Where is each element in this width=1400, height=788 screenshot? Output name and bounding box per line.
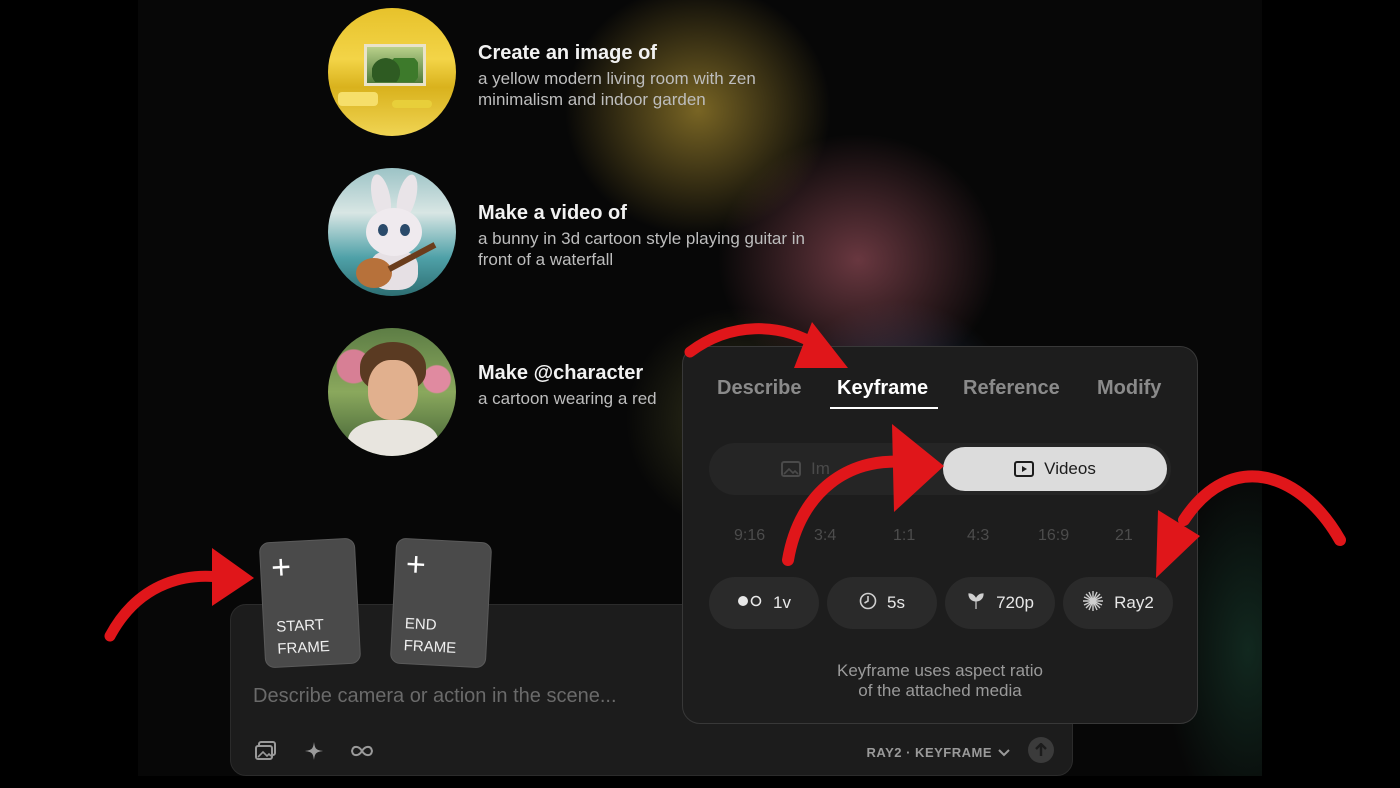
mode-tabs: Describe Keyframe Reference Modify xyxy=(683,377,1197,417)
prompt-toolbar xyxy=(253,739,375,763)
infinity-icon[interactable] xyxy=(349,739,375,763)
ratio-option[interactable]: 4:3 xyxy=(967,527,989,545)
image-icon[interactable] xyxy=(253,739,279,763)
clock-icon xyxy=(859,592,877,615)
suggestion-video[interactable]: Make a video of a bunny in 3d cartoon st… xyxy=(328,168,828,298)
model-button[interactable]: Ray2 xyxy=(1063,577,1173,629)
thumbnail-bunny xyxy=(328,168,456,296)
plus-icon: + xyxy=(270,547,292,587)
ratio-option[interactable]: 3:4 xyxy=(814,527,836,545)
aspect-ratio-row: 9:16 3:4 1:1 4:3 16:9 21 xyxy=(683,527,1197,549)
tab-reference[interactable]: Reference xyxy=(963,377,1060,400)
ratio-option[interactable]: 16:9 xyxy=(1038,527,1069,545)
toggle-videos-label: Videos xyxy=(1044,459,1096,478)
start-frame-label: START FRAME xyxy=(275,616,331,658)
chevron-down-icon xyxy=(998,745,1010,760)
toggle-images[interactable]: Im xyxy=(781,459,830,479)
ratio-option[interactable]: 1:1 xyxy=(893,527,915,545)
keyframe-note: Keyframe uses aspect ratio of the attach… xyxy=(683,661,1197,701)
variations-button[interactable]: 1v xyxy=(709,577,819,629)
generation-settings-panel: Describe Keyframe Reference Modify Im Vi… xyxy=(682,346,1198,724)
sparkle-icon[interactable] xyxy=(301,739,327,763)
model-label: Ray2 xyxy=(1114,593,1154,612)
model-burst-icon xyxy=(1082,590,1104,617)
ratio-option[interactable]: 9:16 xyxy=(734,527,765,545)
keyframe-note-line: of the attached media xyxy=(858,681,1022,700)
ratio-option[interactable]: 21 xyxy=(1115,527,1133,545)
resolution-icon xyxy=(966,592,986,615)
resolution-label: 720p xyxy=(996,593,1034,612)
video-icon xyxy=(1014,461,1035,477)
variations-label: 1v xyxy=(773,593,791,612)
suggestion-description: a bunny in 3d cartoon style playing guit… xyxy=(478,229,805,269)
variations-icon xyxy=(737,594,763,612)
suggestion-title: Make @character xyxy=(478,362,644,384)
duration-label: 5s xyxy=(887,593,905,612)
resolution-button[interactable]: 720p xyxy=(945,577,1055,629)
end-frame-label: END FRAME xyxy=(403,615,457,657)
toggle-videos[interactable]: Videos xyxy=(943,447,1167,491)
suggestion-title: Create an image of xyxy=(478,42,657,64)
suggestion-description: a yellow modern living room with zen min… xyxy=(478,69,756,109)
plus-icon: + xyxy=(404,545,427,585)
tab-keyframe[interactable]: Keyframe xyxy=(837,377,928,400)
suggestion-image[interactable]: Create an image of a yellow modern livin… xyxy=(328,8,828,138)
duration-button[interactable]: 5s xyxy=(827,577,937,629)
tab-describe[interactable]: Describe xyxy=(717,377,802,400)
send-button[interactable] xyxy=(1028,737,1054,763)
generation-options: 1v 5s 720p Ray2 xyxy=(709,577,1179,629)
model-selector[interactable]: RAY2 · KEYFRAME xyxy=(867,745,1010,760)
toggle-images-label: Im xyxy=(811,459,830,478)
start-frame-card[interactable]: + START FRAME xyxy=(258,537,362,669)
model-label: RAY2 · KEYFRAME xyxy=(866,745,992,760)
thumbnail-living-room xyxy=(328,8,456,136)
arrow-up-icon xyxy=(1035,743,1047,756)
image-icon xyxy=(781,461,801,477)
keyframe-note-line: Keyframe uses aspect ratio xyxy=(837,661,1043,680)
active-tab-indicator xyxy=(830,407,938,409)
media-type-toggle: Im Videos xyxy=(709,443,1171,495)
suggestion-title: Make a video of xyxy=(478,202,627,224)
end-frame-card[interactable]: + END FRAME xyxy=(389,537,493,669)
thumbnail-person xyxy=(328,328,456,456)
prompt-input[interactable]: Describe camera or action in the scene..… xyxy=(253,685,617,708)
tab-modify[interactable]: Modify xyxy=(1097,377,1161,400)
